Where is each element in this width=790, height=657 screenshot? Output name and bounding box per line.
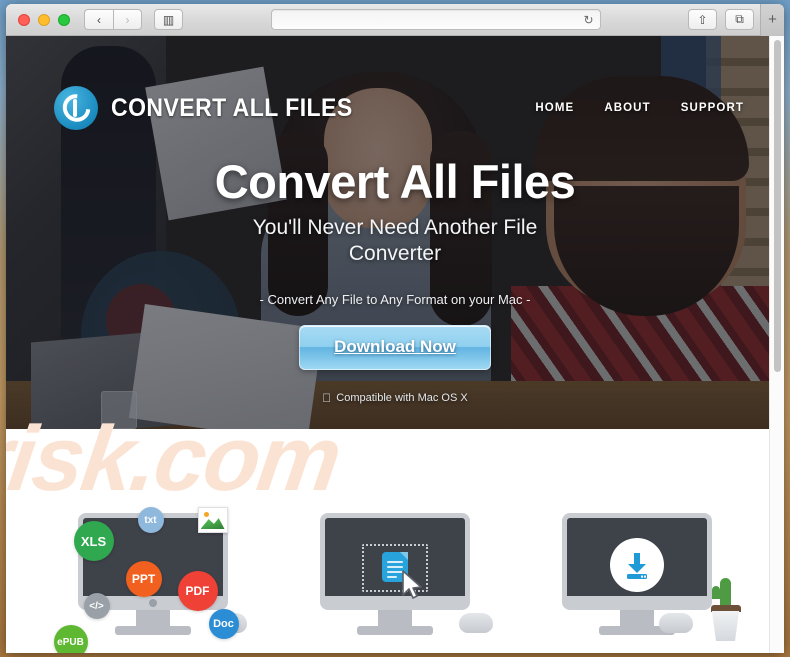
new-tab-button[interactable]: + [760, 4, 784, 36]
download-now-button[interactable]: Download Now [299, 324, 491, 370]
nav-item-about[interactable]: ABOUT [604, 102, 650, 114]
image-thumbnail-icon [197, 507, 228, 533]
hero-headline: Convert All Files [214, 155, 576, 208]
feature-card-formats: XLS txt PPT PDF Doc ePUB </> [46, 491, 261, 653]
address-input[interactable] [271, 13, 584, 26]
format-badge-epub: ePUB [53, 625, 88, 653]
toolbar-right-buttons: ⇧ ⧉ [688, 9, 754, 30]
tab-overview-icon[interactable]: ⧉ [725, 9, 754, 30]
site-logo[interactable]: CONVERT ALL FILES [54, 86, 374, 130]
convert-all-files-logo-icon [54, 86, 98, 130]
brand-name: CONVERT ALL FILES [111, 93, 353, 122]
address-bar[interactable]: ↻ [270, 9, 601, 30]
minimize-window-button[interactable] [38, 13, 50, 26]
compatibility-label: Compatible with Mac OS X [331, 391, 467, 404]
nav-item-home[interactable]: HOME [535, 102, 574, 114]
hero-subheadline: You'll Never Need Another File Converter [252, 216, 538, 266]
format-badge-doc: Doc [208, 609, 239, 639]
navigation-buttons: ‹ › [84, 9, 142, 30]
monitor-illustration [320, 513, 470, 635]
hero-content: CONVERT ALL FILES HOME ABOUT SUPPORT Con… [6, 36, 784, 429]
apple-logo-icon:  [322, 392, 331, 404]
browser-window: ‹ › ▥ ↻ ⇧ ⧉ + CONVERT ALL FILES HOME ABO… [6, 4, 784, 653]
format-badge-pdf: PDF [177, 571, 218, 611]
format-badge-ppt: PPT [125, 561, 162, 597]
compatibility-note:  Compatible with Mac OS X [6, 392, 784, 404]
window-controls [18, 13, 70, 26]
mouse-illustration [658, 613, 693, 633]
nav-item-support[interactable]: SUPPORT [681, 102, 744, 114]
main-navigation: HOME ABOUT SUPPORT [535, 102, 744, 114]
close-window-button[interactable] [18, 13, 30, 26]
feature-card-download [530, 491, 745, 641]
features-section: risk.com XLS txt PPT PDF Doc ePUB </> [6, 408, 784, 653]
format-badge-txt: txt [137, 507, 164, 533]
hero-text-block: Convert All Files You'll Never Need Anot… [6, 154, 784, 404]
reload-icon[interactable]: ↻ [583, 13, 593, 27]
share-icon[interactable]: ⇧ [688, 9, 717, 30]
cta-container: Download Now [6, 324, 784, 370]
download-icon [610, 538, 664, 592]
sidebar-toggle-icon[interactable]: ▥ [154, 9, 183, 30]
format-badge-code: </> [83, 593, 110, 619]
mouse-illustration [458, 613, 493, 633]
cactus-plant [711, 586, 720, 599]
cactus-soil [710, 605, 741, 612]
address-bar-container: ↻ [183, 9, 688, 30]
feature-card-select [288, 491, 503, 641]
zoom-window-button[interactable] [58, 13, 70, 26]
forward-button[interactable]: › [113, 9, 142, 30]
format-badge-xls: XLS [73, 521, 114, 561]
page-viewport: CONVERT ALL FILES HOME ABOUT SUPPORT Con… [6, 36, 784, 653]
hero-section: CONVERT ALL FILES HOME ABOUT SUPPORT Con… [6, 36, 784, 429]
browser-toolbar: ‹ › ▥ ↻ ⇧ ⧉ + [6, 4, 784, 36]
cactus-pot [711, 611, 740, 641]
cactus-body [719, 578, 731, 608]
back-button[interactable]: ‹ [84, 9, 113, 30]
hero-tagline: - Convert Any File to Any Format on your… [259, 291, 531, 307]
feature-cards: XLS txt PPT PDF Doc ePUB </> [6, 429, 784, 653]
